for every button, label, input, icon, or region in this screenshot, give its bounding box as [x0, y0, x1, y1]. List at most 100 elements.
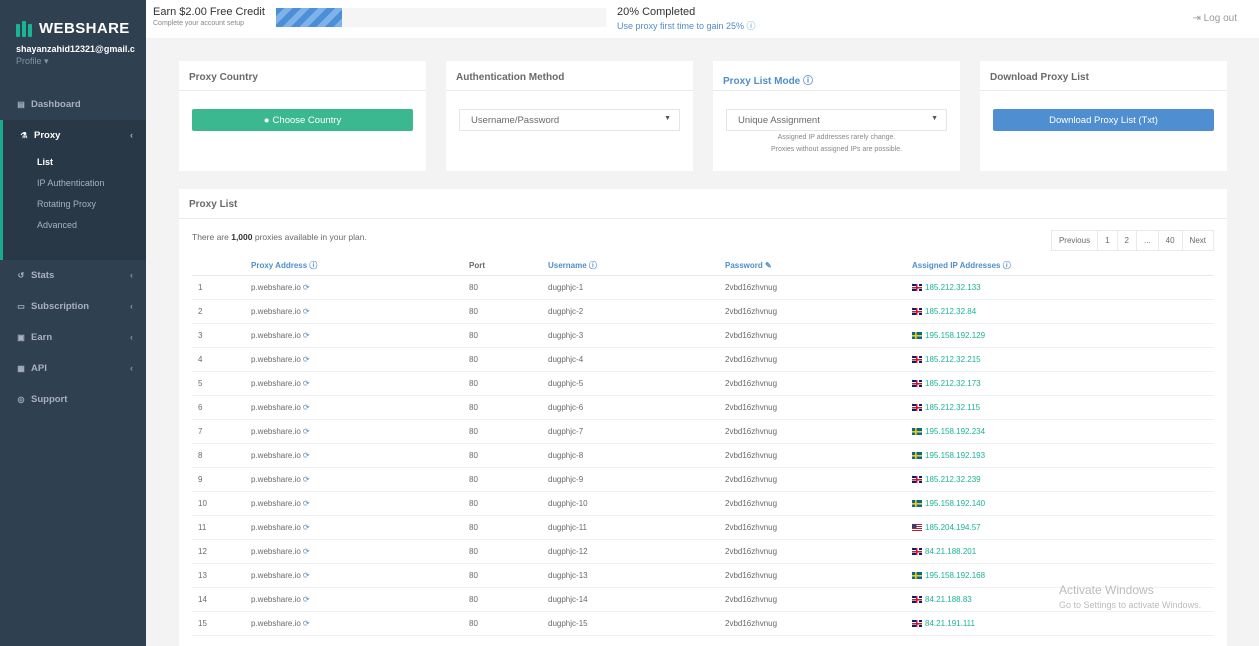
proxy-address[interactable]: p.webshare.io — [251, 427, 301, 436]
pagination-page-1[interactable]: 1 — [1097, 231, 1116, 250]
assigned-ip[interactable]: 195.158.192.193 — [925, 451, 985, 460]
proxy-list-mode-select[interactable]: Unique Assignment ▼ — [726, 109, 947, 131]
assigned-ip[interactable]: 84.21.188.201 — [925, 547, 976, 556]
logout-link[interactable]: ⇥ Log out — [1192, 13, 1237, 24]
refresh-icon[interactable]: ⟳ — [303, 427, 310, 436]
sidebar-subitem-rotating-proxy[interactable]: Rotating Proxy — [3, 193, 146, 214]
username-cell[interactable]: dugphjc-14 — [548, 587, 725, 612]
assigned-ip[interactable]: 195.158.192.129 — [925, 331, 985, 340]
username-cell[interactable]: dugphjc-4 — [548, 347, 725, 372]
column-header-password[interactable]: Password ✎ — [725, 256, 912, 276]
column-header-proxy-address[interactable]: Proxy Address ⓘ — [251, 256, 469, 276]
password-cell[interactable]: 2vbd16zhvnug — [725, 371, 912, 396]
username-cell[interactable]: dugphjc-9 — [548, 467, 725, 492]
assigned-ip[interactable]: 185.212.32.173 — [925, 379, 981, 388]
assigned-ip[interactable]: 185.212.32.115 — [925, 403, 980, 412]
password-cell[interactable]: 2vbd16zhvnug — [725, 587, 912, 612]
password-cell[interactable]: 2vbd16zhvnug — [725, 563, 912, 588]
proxy-address[interactable]: p.webshare.io — [251, 379, 301, 388]
username-cell[interactable]: dugphjc-13 — [548, 563, 725, 588]
password-cell[interactable]: 2vbd16zhvnug — [725, 467, 912, 492]
proxy-address[interactable]: p.webshare.io — [251, 595, 301, 604]
sidebar-subitem-advanced[interactable]: Advanced — [3, 214, 146, 235]
username-cell[interactable]: dugphjc-10 — [548, 491, 725, 516]
username-cell[interactable]: dugphjc-12 — [548, 539, 725, 564]
username-cell[interactable]: dugphjc-5 — [548, 371, 725, 396]
username-cell[interactable]: dugphjc-8 — [548, 443, 725, 468]
sidebar-item-api[interactable]: ▦ API ‹ — [0, 353, 146, 384]
username-cell[interactable]: dugphjc-3 — [548, 323, 725, 348]
sidebar-item-earn[interactable]: ▣ Earn ‹ — [0, 322, 146, 353]
password-cell[interactable]: 2vbd16zhvnug — [725, 491, 912, 516]
proxy-address[interactable]: p.webshare.io — [251, 499, 301, 508]
password-cell[interactable]: 2vbd16zhvnug — [725, 515, 912, 540]
proxy-address[interactable]: p.webshare.io — [251, 475, 301, 484]
pagination-page-40[interactable]: 40 — [1157, 231, 1182, 250]
pagination-next[interactable]: Next — [1181, 231, 1213, 250]
password-cell[interactable]: 2vbd16zhvnug — [725, 299, 912, 324]
proxy-address[interactable]: p.webshare.io — [251, 523, 301, 532]
assigned-ip[interactable]: 195.158.192.168 — [925, 571, 985, 580]
sidebar-item-stats[interactable]: ↺ Stats ‹ — [0, 260, 146, 291]
password-cell[interactable]: 2vbd16zhvnug — [725, 347, 912, 372]
assigned-ip[interactable]: 185.212.32.215 — [925, 355, 981, 364]
assigned-ip[interactable]: 185.212.32.84 — [925, 307, 976, 316]
authentication-method-select[interactable]: Username/Password ▼ — [459, 109, 680, 131]
username-cell[interactable]: dugphjc-7 — [548, 419, 725, 444]
assigned-ip[interactable]: 195.158.192.140 — [925, 499, 985, 508]
assigned-ip[interactable]: 195.158.192.234 — [925, 427, 985, 436]
assigned-ip[interactable]: 84.21.191.111 — [925, 619, 975, 628]
refresh-icon[interactable]: ⟳ — [303, 499, 310, 508]
sidebar-item-support[interactable]: ◎ Support — [0, 384, 146, 415]
pagination-previous[interactable]: Previous — [1052, 231, 1097, 250]
proxy-address[interactable]: p.webshare.io — [251, 283, 301, 292]
password-cell[interactable]: 2vbd16zhvnug — [725, 323, 912, 348]
progress-hint-link[interactable]: Use proxy first time to gain 25% ⓘ — [617, 19, 756, 32]
refresh-icon[interactable]: ⟳ — [303, 475, 310, 484]
download-proxy-list-button[interactable]: Download Proxy List (Txt) — [993, 109, 1214, 131]
assigned-ip[interactable]: 185.204.194.57 — [925, 523, 981, 532]
column-header-username[interactable]: Username ⓘ — [548, 256, 725, 276]
profile-dropdown[interactable]: Profile ▾ — [16, 56, 49, 67]
refresh-icon[interactable]: ⟳ — [303, 547, 310, 556]
proxy-address[interactable]: p.webshare.io — [251, 331, 301, 340]
refresh-icon[interactable]: ⟳ — [303, 619, 310, 628]
username-cell[interactable]: dugphjc-11 — [548, 515, 725, 540]
sidebar-item-proxy[interactable]: ⚗ Proxy ‹ — [3, 120, 146, 151]
proxy-address[interactable]: p.webshare.io — [251, 307, 301, 316]
password-cell[interactable]: 2vbd16zhvnug — [725, 539, 912, 564]
refresh-icon[interactable]: ⟳ — [303, 571, 310, 580]
pagination-page-2[interactable]: 2 — [1116, 231, 1136, 250]
username-cell[interactable]: dugphjc-15 — [548, 611, 725, 636]
sidebar-subitem-list[interactable]: List — [3, 151, 146, 172]
proxy-address[interactable]: p.webshare.io — [251, 355, 301, 364]
assigned-ip[interactable]: 185.212.32.133 — [925, 283, 981, 292]
card-title[interactable]: Proxy List Mode ⓘ — [723, 72, 813, 87]
assigned-ip[interactable]: 185.212.32.239 — [925, 475, 981, 484]
password-cell[interactable]: 2vbd16zhvnug — [725, 611, 912, 636]
refresh-icon[interactable]: ⟳ — [303, 331, 310, 340]
brand[interactable]: WEBSHARE — [16, 20, 130, 37]
username-cell[interactable]: dugphjc-2 — [548, 299, 725, 324]
password-cell[interactable]: 2vbd16zhvnug — [725, 395, 912, 420]
proxy-address[interactable]: p.webshare.io — [251, 403, 301, 412]
proxy-address[interactable]: p.webshare.io — [251, 451, 301, 460]
refresh-icon[interactable]: ⟳ — [303, 523, 310, 532]
username-cell[interactable]: dugphjc-1 — [548, 275, 725, 300]
choose-country-button[interactable]: ● Choose Country — [192, 109, 413, 131]
password-cell[interactable]: 2vbd16zhvnug — [725, 419, 912, 444]
refresh-icon[interactable]: ⟳ — [303, 379, 310, 388]
refresh-icon[interactable]: ⟳ — [303, 595, 310, 604]
refresh-icon[interactable]: ⟳ — [303, 283, 310, 292]
refresh-icon[interactable]: ⟳ — [303, 307, 310, 316]
password-cell[interactable]: 2vbd16zhvnug — [725, 443, 912, 468]
refresh-icon[interactable]: ⟳ — [303, 355, 310, 364]
refresh-icon[interactable]: ⟳ — [303, 403, 310, 412]
proxy-address[interactable]: p.webshare.io — [251, 571, 301, 580]
password-cell[interactable]: 2vbd16zhvnug — [725, 275, 912, 300]
proxy-address[interactable]: p.webshare.io — [251, 619, 301, 628]
sidebar-item-subscription[interactable]: ▭ Subscription ‹ — [0, 291, 146, 322]
sidebar-subitem-ip-authentication[interactable]: IP Authentication — [3, 172, 146, 193]
username-cell[interactable]: dugphjc-6 — [548, 395, 725, 420]
proxy-address[interactable]: p.webshare.io — [251, 547, 301, 556]
